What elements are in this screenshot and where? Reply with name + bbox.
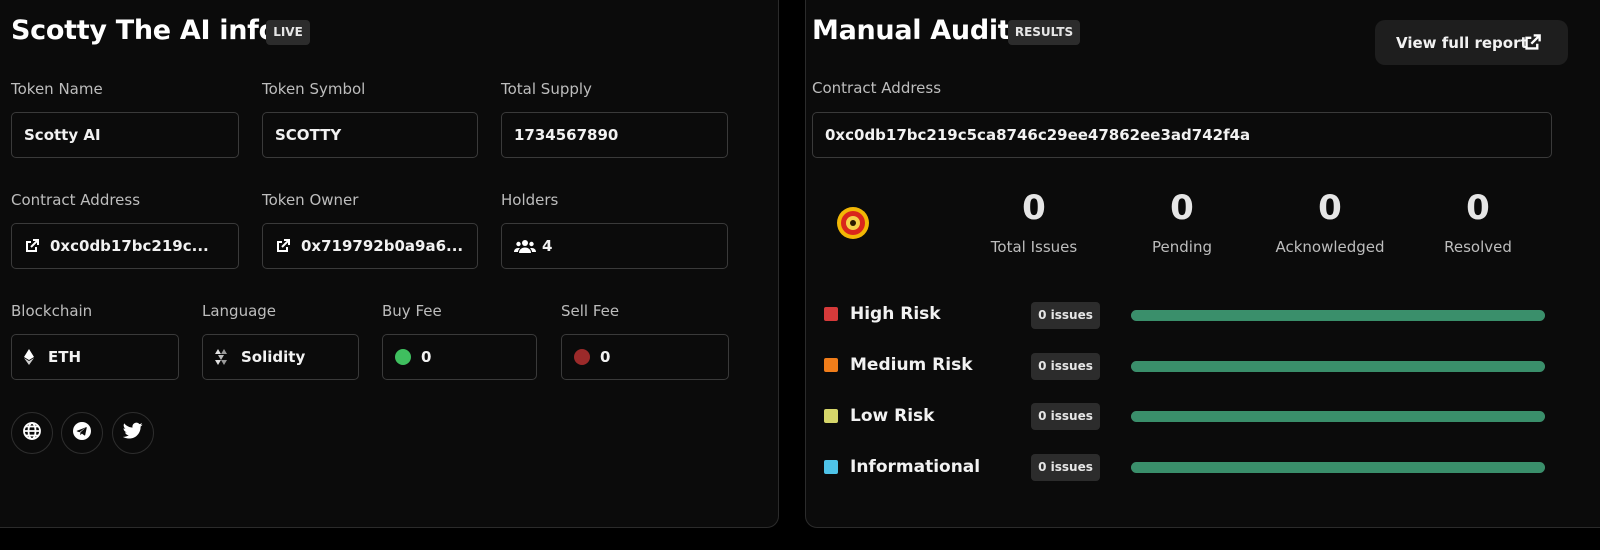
medium-risk-color: [824, 358, 838, 372]
low-risk-issues-badge: 0 issues: [1031, 403, 1100, 430]
manual-audit-title: Manual Audit: [812, 15, 1011, 46]
high-risk-label: High Risk: [850, 304, 941, 324]
contract-address-label: Contract Address: [11, 191, 141, 209]
twitter-icon: [122, 422, 143, 444]
token-owner-label: Token Owner: [262, 191, 359, 209]
globe-icon: [22, 421, 42, 445]
token-info-title: Scotty The AI info: [11, 15, 277, 46]
project-logo: [836, 206, 870, 244]
token-symbol-value: SCOTTY: [275, 126, 342, 144]
contract-address-link[interactable]: 0xc0db17bc219c...: [11, 223, 239, 269]
users-icon: [514, 238, 536, 254]
acknowledged-label: Acknowledged: [1275, 238, 1385, 256]
audit-contract-address-field: 0xc0db17bc219c5ca8746c29ee47862ee3ad742f…: [812, 112, 1552, 158]
telegram-icon: [72, 421, 92, 445]
blockchain-label: Blockchain: [11, 302, 93, 320]
informational-color: [824, 460, 838, 474]
solidity-icon: [215, 349, 227, 365]
holders-value: 4: [542, 237, 553, 255]
high-risk-color: [824, 307, 838, 321]
twitter-link[interactable]: [112, 412, 154, 454]
total-issues-count: 0: [1022, 188, 1046, 228]
blockchain-value: ETH: [48, 348, 82, 366]
sell-fee-field: 0: [561, 334, 729, 380]
total-supply-value: 1734567890: [514, 126, 619, 144]
low-risk-bar: [1131, 411, 1545, 422]
total-supply-field: 1734567890: [501, 112, 728, 158]
medium-risk-label: Medium Risk: [850, 355, 973, 375]
sell-fee-value: 0: [600, 348, 611, 366]
token-owner-value: 0x719792b0a9a6...: [301, 237, 464, 255]
buy-fee-status-dot: [395, 349, 411, 365]
language-value: Solidity: [241, 348, 306, 366]
website-link[interactable]: [11, 412, 53, 454]
external-link-icon: [24, 238, 40, 254]
external-link-icon: [275, 238, 291, 254]
audit-contract-address-label: Contract Address: [812, 79, 942, 97]
buy-fee-field: 0: [382, 334, 537, 380]
medium-risk-issues-badge: 0 issues: [1031, 353, 1100, 380]
high-risk-issues-badge: 0 issues: [1031, 302, 1100, 329]
audit-contract-address-value: 0xc0db17bc219c5ca8746c29ee47862ee3ad742f…: [825, 126, 1251, 144]
token-symbol-field: SCOTTY: [262, 112, 478, 158]
low-risk-color: [824, 409, 838, 423]
sell-fee-status-dot: [574, 349, 590, 365]
pending-count: 0: [1170, 188, 1194, 228]
token-name-value: Scotty AI: [24, 126, 101, 144]
language-label: Language: [202, 302, 277, 320]
buy-fee-label: Buy Fee: [382, 302, 442, 320]
token-name-label: Token Name: [11, 80, 103, 98]
medium-risk-bar: [1131, 361, 1545, 372]
sell-fee-label: Sell Fee: [561, 302, 620, 320]
holders-field: 4: [501, 223, 728, 269]
total-issues-label: Total Issues: [990, 238, 1078, 256]
informational-label: Informational: [850, 457, 981, 477]
holders-label: Holders: [501, 191, 559, 209]
informational-bar: [1131, 462, 1545, 473]
token-symbol-label: Token Symbol: [262, 80, 366, 98]
live-badge: LIVE: [266, 20, 310, 45]
resolved-label: Resolved: [1444, 238, 1512, 256]
high-risk-bar: [1131, 310, 1545, 321]
contract-address-value: 0xc0db17bc219c...: [50, 237, 209, 255]
telegram-link[interactable]: [61, 412, 103, 454]
total-supply-label: Total Supply: [501, 80, 592, 98]
ethereum-icon: [24, 349, 34, 365]
pending-label: Pending: [1152, 238, 1212, 256]
low-risk-label: Low Risk: [850, 406, 935, 426]
view-full-report-label: View full report: [1396, 33, 1528, 52]
blockchain-field: ETH: [11, 334, 179, 380]
resolved-count: 0: [1466, 188, 1490, 228]
token-owner-link[interactable]: 0x719792b0a9a6...: [262, 223, 478, 269]
results-badge: RESULTS: [1008, 20, 1080, 45]
view-full-report-button[interactable]: View full report: [1375, 20, 1568, 65]
acknowledged-count: 0: [1318, 188, 1342, 228]
language-field: Solidity: [202, 334, 359, 380]
token-name-field: Scotty AI: [11, 112, 239, 158]
informational-issues-badge: 0 issues: [1031, 454, 1100, 481]
external-link-icon: [1523, 33, 1542, 56]
buy-fee-value: 0: [421, 348, 432, 366]
